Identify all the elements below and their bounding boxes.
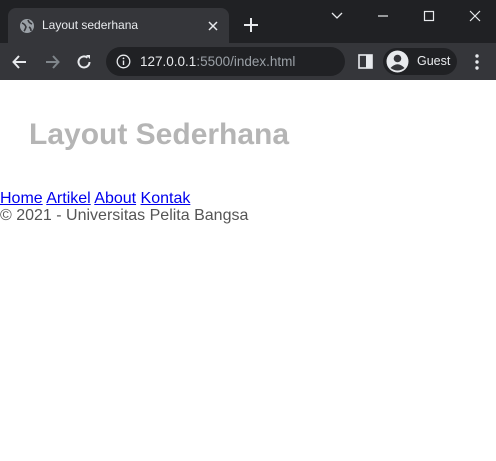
- more-menu-icon[interactable]: [469, 52, 485, 72]
- profile-name: Guest: [417, 54, 451, 68]
- url-text[interactable]: 127.0.0.1:5500/index.html: [140, 54, 295, 69]
- page-viewport: Layout Sederhana Home Artikel About Kont…: [0, 80, 496, 461]
- window-close-icon[interactable]: [465, 6, 485, 26]
- avatar-icon: [386, 50, 409, 73]
- nav-link-artikel[interactable]: Artikel: [46, 190, 90, 207]
- new-tab-icon[interactable]: [242, 16, 260, 34]
- tab-title: Layout sederhana: [42, 18, 139, 32]
- info-icon[interactable]: [116, 54, 131, 69]
- nav-link-home[interactable]: Home: [0, 190, 43, 207]
- url-path: :5500/index.html: [196, 54, 296, 69]
- close-icon[interactable]: [205, 18, 221, 34]
- browser-toolbar: 127.0.0.1:5500/index.html Guest: [0, 43, 496, 80]
- maximize-icon[interactable]: [419, 6, 439, 26]
- nav-link-about[interactable]: About: [94, 190, 136, 207]
- profile-button[interactable]: Guest: [383, 48, 457, 75]
- footer-text: © 2021 - Universitas Pelita Bangsa: [0, 207, 249, 224]
- browser-tab[interactable]: Layout sederhana: [8, 8, 229, 43]
- address-bar[interactable]: 127.0.0.1:5500/index.html: [106, 47, 345, 76]
- globe-icon: [20, 19, 34, 33]
- site-title: Layout Sederhana: [29, 118, 290, 151]
- url-host: 127.0.0.1: [140, 54, 197, 69]
- browser-titlebar: Layout sederhana: [0, 0, 496, 43]
- nav-link-kontak[interactable]: Kontak: [141, 190, 191, 207]
- back-arrow-icon[interactable]: [10, 52, 30, 72]
- side-panel-icon[interactable]: [357, 53, 374, 70]
- forward-arrow-icon[interactable]: [42, 52, 62, 72]
- tab-search-chevron-icon[interactable]: [327, 6, 347, 26]
- main-nav: Home Artikel About Kontak: [0, 190, 190, 208]
- minimize-icon[interactable]: [373, 6, 393, 26]
- reload-icon[interactable]: [74, 52, 94, 72]
